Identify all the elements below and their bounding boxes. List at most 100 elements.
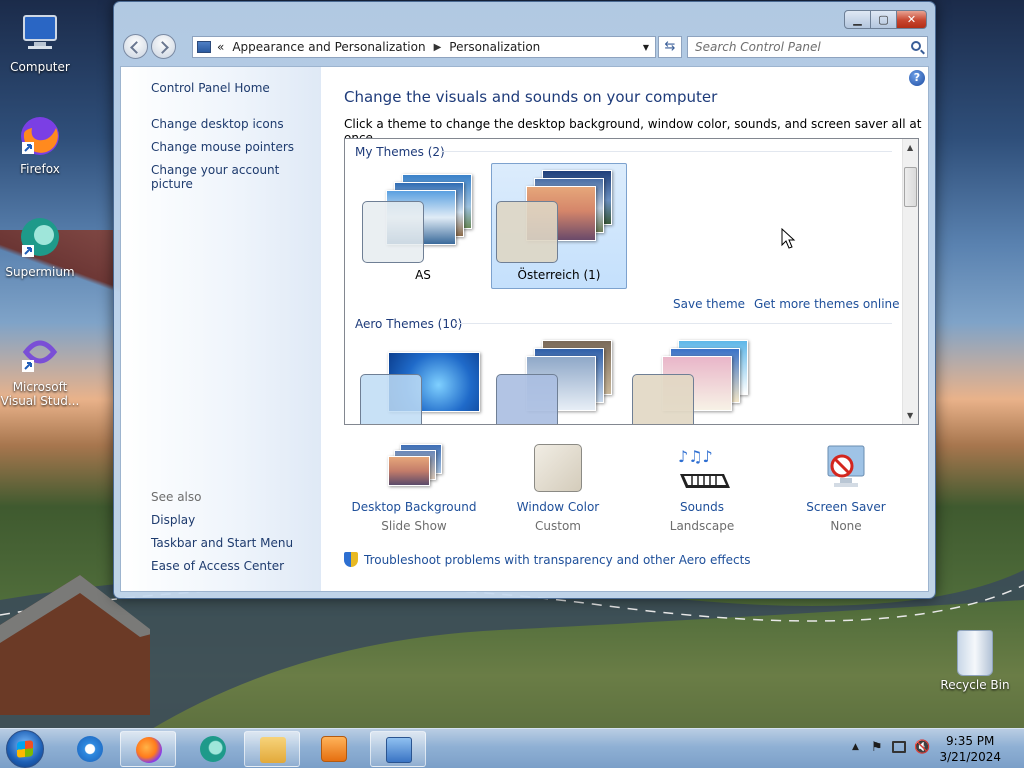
aero-themes-header: Aero Themes (10) <box>355 317 463 331</box>
address-bar[interactable]: « Appearance and Personalization ▶ Perso… <box>192 36 656 58</box>
clock[interactable]: 9:35 PM 3/21/2024 <box>939 733 1001 765</box>
save-theme-link[interactable]: Save theme <box>673 297 745 311</box>
desktop-icon-computer[interactable]: Computer <box>0 10 80 74</box>
show-hidden-icons-icon[interactable]: ▲ <box>852 742 859 752</box>
shield-icon <box>344 552 358 567</box>
theme-color-swatch <box>496 201 558 263</box>
window-color-button[interactable]: Window Color Custom <box>488 444 628 533</box>
clock-time: 9:35 PM <box>946 734 995 748</box>
theme-as[interactable]: AS <box>355 163 491 289</box>
theme-color-swatch <box>360 374 422 424</box>
caption-buttons: ▁ ▢ ✕ <box>844 10 927 29</box>
clock-date: 3/21/2024 <box>939 750 1001 764</box>
theme-color-swatch <box>632 374 694 424</box>
change-mouse-pointers-link[interactable]: Change mouse pointers <box>151 140 294 154</box>
refresh-button[interactable]: ⇆ <box>658 36 682 58</box>
sounds-label: Sounds <box>679 500 725 514</box>
firefox-icon <box>16 112 64 160</box>
taskbar-media-player[interactable] <box>306 731 362 767</box>
desktop-icon-label: Computer <box>10 60 70 74</box>
gallery-scrollbar[interactable]: ▲ ▼ <box>902 139 918 424</box>
desktop-icon-recycle-bin[interactable]: Recycle Bin <box>930 630 1020 692</box>
main-panel: ? Change the visuals and sounds on your … <box>321 67 928 591</box>
computer-icon <box>16 10 64 58</box>
theme-color-swatch <box>362 201 424 263</box>
search-placeholder: Search Control Panel <box>695 40 821 54</box>
desktop-icon-firefox[interactable]: Firefox <box>0 112 80 176</box>
theme-name: Österreich (1) <box>517 268 601 282</box>
supermium-icon <box>200 736 226 762</box>
address-dropdown-icon[interactable]: ▼ <box>643 43 649 52</box>
divider <box>441 151 892 152</box>
sounds-value: Landscape <box>669 519 735 533</box>
sounds-button[interactable]: ♪♫♪ Sounds Landscape <box>632 444 772 533</box>
close-button[interactable]: ✕ <box>897 10 927 29</box>
window-color-value: Custom <box>535 519 581 533</box>
address-overflow[interactable]: « <box>217 40 224 54</box>
desktop-icon-visual-studio[interactable]: Microsoft Visual Stud... <box>0 330 80 408</box>
breadcrumb-separator-icon[interactable]: ▶ <box>434 42 442 53</box>
my-themes-header: My Themes (2) <box>355 145 445 159</box>
internet-explorer-icon <box>77 736 103 762</box>
back-button[interactable] <box>123 34 148 59</box>
firefox-icon <box>136 737 162 763</box>
display-link[interactable]: Display <box>151 513 195 527</box>
taskbar-file-explorer[interactable] <box>244 731 300 767</box>
control-panel-icon <box>386 737 412 763</box>
media-player-icon <box>321 736 347 762</box>
theme-osterreich[interactable]: Österreich (1) <box>491 163 627 289</box>
sidebar: Control Panel Home Change desktop icons … <box>121 67 321 591</box>
personalization-window: ▁ ▢ ✕ « Appearance and Personalization ▶… <box>113 1 936 599</box>
get-more-themes-link[interactable]: Get more themes online <box>754 297 900 311</box>
theme-color-swatch <box>496 374 558 424</box>
desktop-icon-label: Microsoft Visual Stud... <box>0 380 80 408</box>
breadcrumb-appearance[interactable]: Appearance and Personalization <box>232 40 425 54</box>
window-color-icon <box>530 444 586 494</box>
page-title: Change the visuals and sounds on your co… <box>344 88 718 106</box>
minimize-button[interactable]: ▁ <box>844 10 871 29</box>
desktop-background-label: Desktop Background <box>351 500 477 514</box>
theme-gallery: My Themes (2) AS Österreich (1) Save the… <box>344 138 919 425</box>
troubleshoot-label: Troubleshoot problems with transparency … <box>364 552 751 567</box>
control-panel-home-link[interactable]: Control Panel Home <box>151 81 270 95</box>
taskbar-control-panel[interactable] <box>370 731 426 767</box>
theme-aero-windows[interactable] <box>355 339 491 424</box>
scroll-down-icon[interactable]: ▼ <box>907 411 913 420</box>
svg-text:♪♫♪: ♪♫♪ <box>678 447 713 466</box>
screen-saver-button[interactable]: Screen Saver None <box>776 444 916 533</box>
search-input[interactable]: Search Control Panel <box>687 36 928 58</box>
window-color-label: Window Color <box>516 500 600 514</box>
supermium-icon <box>16 215 64 263</box>
desktop-background-icon <box>386 444 442 494</box>
desktop-icon-supermium[interactable]: Supermium <box>0 215 80 279</box>
desktop-icon-label: Supermium <box>5 265 75 279</box>
taskbar-internet-explorer[interactable] <box>62 731 118 767</box>
taskbar-start-menu-link[interactable]: Taskbar and Start Menu <box>151 536 293 550</box>
file-explorer-icon <box>260 737 286 763</box>
volume-muted-icon[interactable]: 🔇 <box>914 740 930 755</box>
theme-aero-architecture[interactable] <box>491 339 627 424</box>
network-icon[interactable] <box>892 741 906 753</box>
theme-aero-flowers[interactable] <box>627 339 763 424</box>
mouse-cursor-icon <box>781 228 796 249</box>
breadcrumb-personalization[interactable]: Personalization <box>449 40 540 54</box>
troubleshoot-link[interactable]: Troubleshoot problems with transparency … <box>344 552 751 567</box>
divider <box>455 323 892 324</box>
scroll-up-icon[interactable]: ▲ <box>907 143 913 152</box>
taskbar-supermium[interactable] <box>185 731 241 767</box>
scroll-thumb[interactable] <box>904 167 917 207</box>
change-desktop-icons-link[interactable]: Change desktop icons <box>151 117 284 131</box>
sounds-icon: ♪♫♪ <box>674 444 730 494</box>
action-center-flag-icon[interactable]: ⚑ <box>871 740 883 755</box>
maximize-button[interactable]: ▢ <box>871 10 897 29</box>
taskbar-firefox[interactable] <box>120 731 176 767</box>
see-also-heading: See also <box>151 490 202 504</box>
forward-button[interactable] <box>151 34 176 59</box>
screen-saver-icon <box>818 444 874 494</box>
desktop-background-button[interactable]: Desktop Background Slide Show <box>344 444 484 533</box>
ease-of-access-link[interactable]: Ease of Access Center <box>151 559 284 573</box>
help-icon[interactable]: ? <box>909 70 925 86</box>
search-icon[interactable] <box>911 41 921 51</box>
start-button[interactable] <box>6 730 44 768</box>
change-account-picture-link[interactable]: Change your account picture <box>151 163 321 191</box>
